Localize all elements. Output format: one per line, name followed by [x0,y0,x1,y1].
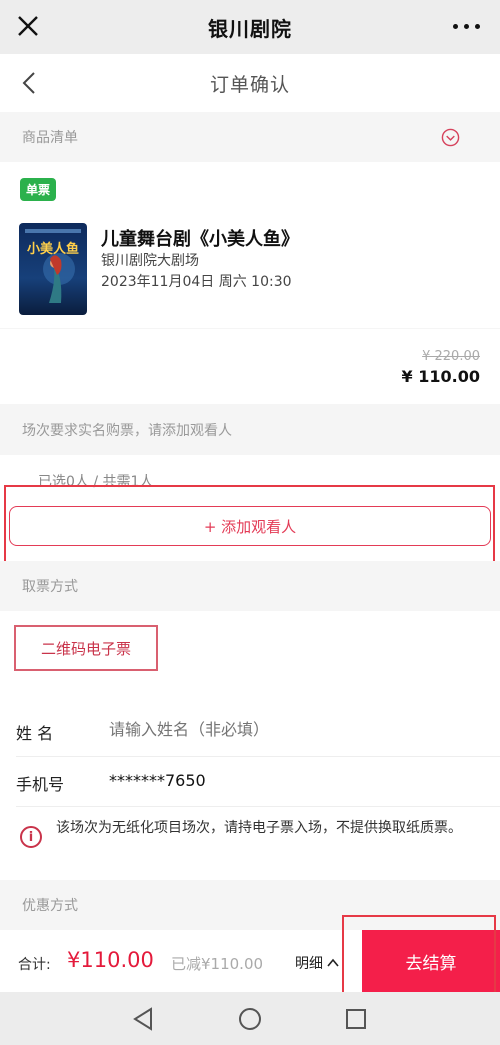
more-dots-icon[interactable] [453,24,480,29]
system-nav-bar [0,992,500,1045]
close-icon[interactable] [14,12,42,40]
discount-amount: 已减¥110.00 [171,955,264,973]
back-arrow-icon[interactable] [18,71,42,95]
info-icon: i [20,826,42,848]
viewer-requirement-text: 场次要求实名购票，请添加观看人 [22,422,232,439]
show-datetime: 2023年11月04日 周六 10:30 [101,274,292,290]
nav-home-icon[interactable] [238,1007,262,1031]
detail-label: 明细 [295,956,323,972]
qr-eticket-option[interactable]: 二维码电子票 [14,625,158,671]
viewer-section-header: 场次要求实名购票，请添加观看人 [0,404,500,455]
nav-back-icon[interactable] [132,1007,154,1031]
page-title: 订单确认 [209,73,290,96]
name-input[interactable] [109,712,469,746]
paperless-notice: 该场次为无纸化项目场次，请持电子票入场，不提供换取纸质票。 [56,820,462,836]
discount-section-label: 优惠方式 [22,898,78,914]
show-title: 儿童舞台剧《小美人鱼》 [101,229,299,250]
price-detail-toggle[interactable]: 明细 [295,953,339,973]
phone-value: *******7650 [109,771,206,790]
total-amount: ¥110.00 [67,948,154,972]
goods-section-header[interactable]: 商品清单 [0,112,500,162]
goods-section-label: 商品清单 [22,130,78,146]
name-label: 姓 名 [16,724,54,743]
page-header: 订单确认 [0,54,500,112]
nav-recents-icon[interactable] [345,1008,367,1030]
show-poster-image: 小美人鱼 [19,223,87,315]
ticket-price: ¥ 110.00 [401,367,480,386]
original-price: ¥ 220.00 [422,349,480,364]
divider [16,806,500,807]
chevron-up-icon [327,958,339,967]
phone-label: 手机号 [16,775,65,794]
chevron-down-circle-icon[interactable] [441,128,460,147]
show-venue: 银川剧院大剧场 [101,253,199,269]
divider [16,756,500,757]
svg-text:小美人鱼: 小美人鱼 [27,241,79,257]
ticket-type-badge: 单票 [20,178,57,201]
pickup-section-header: 取票方式 [0,561,500,611]
total-label: 合计: [18,957,51,973]
pickup-section-label: 取票方式 [22,579,78,595]
app-title: 银川剧院 [208,16,292,41]
app-title-bar: 银川剧院 [0,0,500,54]
